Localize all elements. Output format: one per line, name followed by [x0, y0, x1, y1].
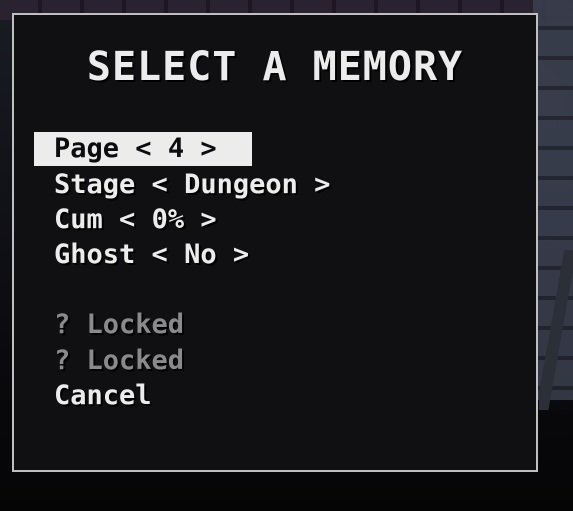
ghost-right-arrow[interactable]: >	[233, 239, 249, 270]
locked-memory-item: ? Locked	[54, 345, 185, 376]
stage-right-arrow[interactable]: >	[314, 169, 330, 200]
cum-right-arrow[interactable]: >	[200, 204, 216, 235]
cum-value: 0%	[151, 204, 185, 235]
stage-label: Stage	[54, 169, 136, 200]
page-right-arrow[interactable]: >	[200, 133, 216, 164]
ghost-label: Ghost	[54, 239, 136, 270]
memory-menu: Page < 4 > Stage < Dungeon > Cum < 0% > …	[14, 15, 536, 470]
page-selector[interactable]: Page < 4 >	[34, 132, 252, 166]
ghost-value: No	[184, 239, 217, 270]
stage-selector[interactable]: Stage < Dungeon >	[54, 168, 330, 202]
stage-left-arrow[interactable]: <	[152, 169, 168, 200]
cum-left-arrow[interactable]: <	[119, 204, 135, 235]
memory-select-dialog: SELECT A MEMORY Page < 4 > Stage < Dunge…	[12, 13, 538, 472]
ghost-left-arrow[interactable]: <	[152, 239, 168, 270]
page-left-arrow[interactable]: <	[135, 133, 151, 164]
dungeon-wooden-beam	[539, 250, 573, 410]
stage-value: Dungeon	[184, 169, 298, 200]
ghost-selector[interactable]: Ghost < No >	[54, 238, 249, 272]
page-value: 4	[167, 133, 185, 164]
cancel-button[interactable]: Cancel	[54, 379, 152, 413]
locked-memory-item: ? Locked	[54, 309, 185, 340]
cum-label: Cum	[54, 204, 103, 235]
page-label: Page	[54, 133, 120, 164]
game-scene: SELECT A MEMORY Page < 4 > Stage < Dunge…	[0, 0, 573, 511]
cum-selector[interactable]: Cum < 0% >	[54, 203, 217, 237]
